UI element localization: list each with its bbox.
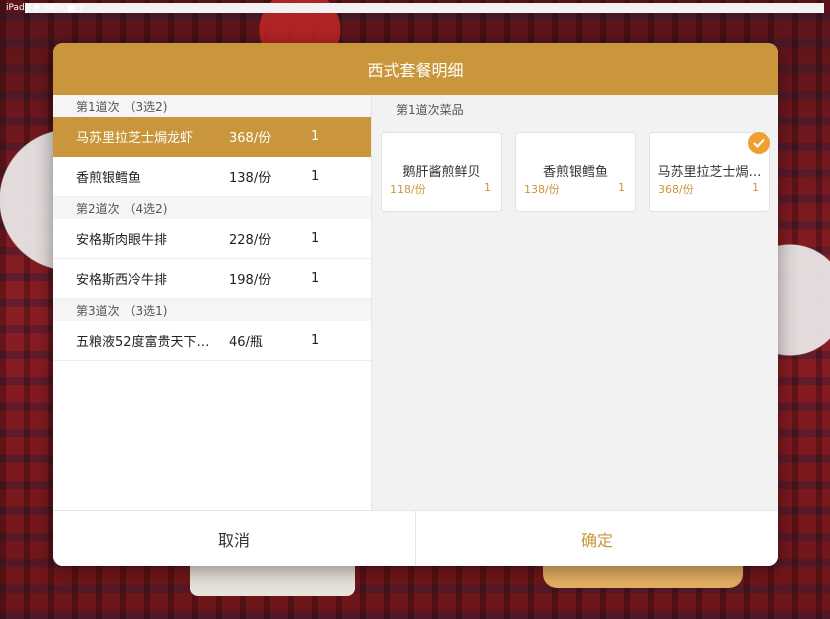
dish-price: 118/份 [390, 183, 426, 196]
course-item-qty: 1 [311, 231, 320, 246]
course-header: 第2道次 （4选2) [53, 197, 371, 219]
dish-price: 368/份 [658, 183, 694, 196]
course-item-name: 安格斯西冷牛排 [76, 273, 168, 288]
course-item[interactable]: 马苏里拉芝士焗龙虾 368/份 1 [53, 117, 371, 157]
course-item-price: 198/份 [229, 273, 272, 288]
course-item-price: 228/份 [229, 233, 272, 248]
course-item-qty: 1 [311, 333, 320, 348]
background-plate [190, 566, 355, 596]
dish-name: 香煎银鳕鱼 [542, 165, 608, 180]
checkmark-icon [748, 132, 770, 154]
course-item-name: 五粮液52度富贵天下… [76, 335, 210, 350]
bluetooth-icon: ✱ [32, 3, 41, 13]
dish-meta: 118/份 1 [390, 181, 491, 197]
dish-meta: 138/份 1 [524, 181, 625, 197]
dish-name: 马苏里拉芝士焗… [657, 165, 762, 180]
course-item-price: 46/瓶 [229, 335, 263, 350]
dish-qty: 1 [618, 181, 625, 194]
dialog-header: 西式套餐明细 [53, 43, 778, 95]
dish-name: 鹅肝酱煎鲜贝 [402, 165, 481, 180]
battery-icon [68, 4, 83, 12]
course-header: 第3道次 （3选1) [53, 299, 371, 321]
course-item-name: 安格斯肉眼牛排 [76, 233, 168, 248]
set-meal-detail-dialog: 西式套餐明细 第1道次 （3选2) 马苏里拉芝士焗龙虾 368/份 1 香煎银鳕… [53, 43, 778, 566]
status-right: ✱ 46% [24, 3, 824, 13]
dish-panel-title: 第1道次菜品 [396, 103, 464, 117]
dish-grid: 鹅肝酱煎鲜贝 118/份 1 香煎银鳕鱼 138/份 1 马苏里拉芝士焗… 36… [380, 132, 770, 212]
course-item-name: 香煎银鳕鱼 [76, 171, 142, 186]
dish-qty: 1 [752, 181, 759, 194]
course-item[interactable]: 香煎银鳕鱼 138/份 1 [53, 157, 371, 197]
dish-meta: 368/份 1 [658, 181, 759, 197]
dialog-body: 第1道次 （3选2) 马苏里拉芝士焗龙虾 368/份 1 香煎银鳕鱼 138/份… [53, 95, 778, 510]
dish-price: 138/份 [524, 183, 560, 196]
course-item[interactable]: 安格斯肉眼牛排 228/份 1 [53, 219, 371, 259]
status-bar: iPad ✱ 46% [0, 0, 830, 16]
course-item-qty: 1 [311, 129, 320, 144]
course-item-price: 138/份 [229, 171, 272, 186]
course-list: 第1道次 （3选2) 马苏里拉芝士焗龙虾 368/份 1 香煎银鳕鱼 138/份… [53, 95, 372, 510]
dish-card-selected[interactable]: 马苏里拉芝士焗… 368/份 1 [649, 132, 770, 212]
course-item-qty: 1 [311, 271, 320, 286]
course-item-name: 马苏里拉芝士焗龙虾 [76, 131, 194, 146]
device-label: iPad [6, 3, 25, 13]
dish-card[interactable]: 香煎银鳕鱼 138/份 1 [515, 132, 636, 212]
dish-qty: 1 [484, 181, 491, 194]
course-header: 第1道次 （3选2) [53, 95, 371, 117]
battery-percent: 46% [44, 3, 65, 13]
dish-panel: 第1道次菜品 鹅肝酱煎鲜贝 118/份 1 香煎银鳕鱼 138/份 1 马苏里拉… [372, 95, 778, 510]
confirm-button[interactable]: 确定 [416, 511, 778, 566]
course-item-price: 368/份 [229, 131, 272, 146]
cancel-button[interactable]: 取消 [53, 511, 416, 566]
dialog-footer: 取消 确定 [53, 510, 778, 566]
course-item[interactable]: 安格斯西冷牛排 198/份 1 [53, 259, 371, 299]
dialog-title: 西式套餐明细 [367, 61, 464, 80]
dish-card[interactable]: 鹅肝酱煎鲜贝 118/份 1 [381, 132, 502, 212]
course-item-qty: 1 [311, 169, 320, 184]
course-item[interactable]: 五粮液52度富贵天下… 46/瓶 1 [53, 321, 371, 361]
